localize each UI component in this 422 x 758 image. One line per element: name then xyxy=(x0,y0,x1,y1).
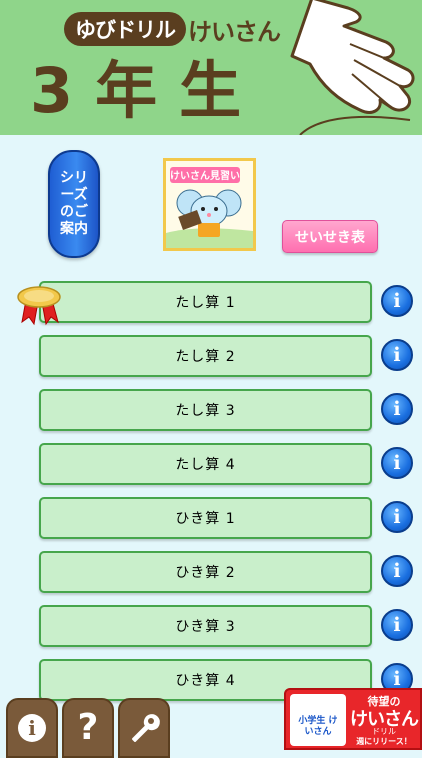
lesson-label: ひき算 1 xyxy=(175,511,236,527)
lesson-label: たし算 2 xyxy=(175,349,236,365)
lesson-button[interactable]: たし算 2 xyxy=(39,335,372,377)
score-record-button[interactable]: せいせき表 xyxy=(282,220,378,253)
info-icon: i xyxy=(393,560,401,582)
mascot-image[interactable]: けいさん見習い xyxy=(163,158,256,251)
brand-logo: ゆびドリル xyxy=(64,12,186,46)
lesson-info-button[interactable]: i xyxy=(381,393,413,425)
subject-title: けいさん xyxy=(188,17,281,46)
lesson-button[interactable]: ひき算 2 xyxy=(39,551,372,593)
lesson-label: ひき算 3 xyxy=(175,619,236,635)
promo-line4: 週にリリース！ xyxy=(356,737,412,746)
grade-title: 3年生 xyxy=(30,54,264,127)
lesson-button[interactable]: ひき算 3 xyxy=(39,605,372,647)
mascot-banner: けいさん見習い xyxy=(170,170,240,182)
lesson-info-button[interactable]: i xyxy=(381,285,413,317)
lesson-info-button[interactable]: i xyxy=(381,501,413,533)
lesson-button[interactable]: たし算 4 xyxy=(39,443,372,485)
info-icon: i xyxy=(393,668,401,690)
info-icon: i xyxy=(393,614,401,636)
lesson-button[interactable]: たし算 3 xyxy=(39,389,372,431)
info-icon: i xyxy=(393,398,401,420)
lesson-label: たし算 3 xyxy=(175,403,236,419)
settings-button[interactable] xyxy=(118,698,170,758)
wrench-icon xyxy=(132,714,160,742)
lesson-label: たし算 4 xyxy=(175,457,236,473)
lesson-button[interactable]: たし算 1 xyxy=(39,281,372,323)
info-icon: i xyxy=(393,290,401,312)
info-icon: i xyxy=(393,344,401,366)
about-button[interactable]: i xyxy=(6,698,58,758)
question-icon: ? xyxy=(77,707,99,748)
promo-banner[interactable]: 小学生 けいさん 待望の けいさん ドリル 週にリリース！ xyxy=(284,688,422,750)
promo-thumb-label: 小学生 けいさん xyxy=(298,716,338,737)
lesson-info-button[interactable]: i xyxy=(381,609,413,641)
promo-thumbnail: 小学生 けいさん xyxy=(290,694,346,746)
medal-icon xyxy=(17,286,61,326)
lesson-info-button[interactable]: i xyxy=(381,555,413,587)
lesson-button[interactable]: ひき算 1 xyxy=(39,497,372,539)
info-icon: i xyxy=(18,714,46,742)
lesson-label: ひき算 2 xyxy=(175,565,236,581)
pointing-hand-icon xyxy=(290,0,415,135)
help-button[interactable]: ? xyxy=(62,698,114,758)
lesson-info-button[interactable]: i xyxy=(381,447,413,479)
info-icon: i xyxy=(393,452,401,474)
lesson-label: たし算 1 xyxy=(175,295,236,311)
app-header: ゆびドリル けいさん 3年生 xyxy=(0,0,422,135)
info-icon: i xyxy=(393,506,401,528)
lesson-label: ひき算 4 xyxy=(175,673,236,689)
lesson-info-button[interactable]: i xyxy=(381,339,413,371)
series-guide-label: シリーズのご案内 xyxy=(60,170,88,237)
series-guide-button[interactable]: シリーズのご案内 xyxy=(48,150,100,258)
